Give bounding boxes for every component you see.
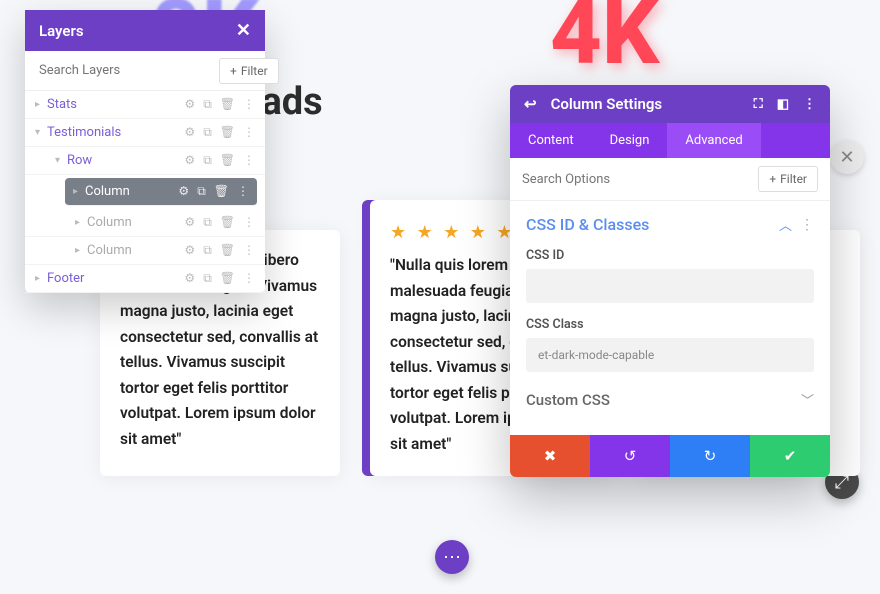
layer-item-stats[interactable]: ▸ Stats ⚙ ⧉ 🗑 ⋮ [25, 91, 265, 119]
layer-item-row[interactable]: ▾ Row ⚙ ⧉ 🗑 ⋮ [25, 147, 265, 175]
settings-title: Column Settings [551, 95, 663, 113]
layer-label: Column [87, 215, 184, 230]
copy-icon[interactable]: ⧉ [203, 153, 212, 168]
trash-icon[interactable]: 🗑 [220, 243, 235, 258]
layer-item-column[interactable]: ▸ Column ⚙ ⧉ 🗑 ⋮ [25, 209, 265, 237]
caret-icon: ▾ [55, 155, 67, 166]
close-icon[interactable]: ✕ [236, 20, 251, 41]
settings-header: ↩ Column Settings ⛶ ◧ ⋮ [510, 85, 830, 123]
label-css-id: CSS ID [526, 248, 814, 263]
dots-icon[interactable]: ⋮ [237, 184, 249, 199]
sidebar-icon[interactable]: ◧ [777, 97, 789, 112]
layer-label: Row [67, 153, 184, 168]
input-css-id[interactable] [526, 269, 814, 303]
redo-button[interactable]: ↻ [670, 435, 750, 477]
dots-icon[interactable]: ⋮ [243, 271, 255, 286]
copy-icon[interactable]: ⧉ [203, 125, 212, 140]
label-css-class: CSS Class [526, 317, 814, 332]
layers-header: Layers ✕ [25, 10, 265, 51]
tab-design[interactable]: Design [592, 123, 668, 158]
section-custom-css[interactable]: Custom CSS ﹀ [526, 390, 814, 409]
gear-icon[interactable]: ⚙ [178, 184, 189, 199]
back-arrow-icon[interactable]: ↩ [524, 95, 537, 113]
layers-search-input[interactable] [31, 57, 213, 84]
tab-content[interactable]: Content [510, 123, 592, 158]
trash-icon[interactable]: 🗑 [220, 125, 235, 140]
filter-button[interactable]: + Filter [758, 166, 818, 192]
layer-label: Testimonials [47, 125, 184, 140]
save-button[interactable]: ✔ [750, 435, 830, 477]
bg-text-4k: 4K [550, 0, 659, 85]
dots-icon[interactable]: ⋮ [243, 243, 255, 258]
copy-icon[interactable]: ⧉ [203, 271, 212, 286]
dots-icon[interactable]: ⋮ [243, 97, 255, 112]
caret-icon: ▸ [73, 186, 85, 197]
expand-icon[interactable]: ⛶ [754, 97, 763, 112]
plus-icon: + [769, 172, 776, 186]
section-css-id-classes[interactable]: CSS ID & Classes ︿ ⋮ [526, 215, 814, 234]
filter-label: Filter [780, 172, 807, 186]
plus-icon: + [230, 64, 237, 78]
layer-label: Column [85, 184, 178, 199]
tab-advanced[interactable]: Advanced [667, 123, 760, 158]
dots-icon[interactable]: ⋮ [800, 217, 814, 233]
layers-title: Layers [39, 22, 84, 40]
trash-icon[interactable]: 🗑 [214, 184, 229, 199]
gear-icon[interactable]: ⚙ [184, 153, 195, 168]
layer-item-column-active[interactable]: ▸ Column ⚙ ⧉ 🗑 ⋮ [65, 178, 257, 206]
section-label: CSS ID & Classes [526, 215, 649, 234]
fab-more-icon[interactable]: ⋯ [435, 540, 469, 574]
gear-icon[interactable]: ⚙ [184, 271, 195, 286]
trash-icon[interactable]: 🗑 [220, 153, 235, 168]
undo-button[interactable]: ↺ [590, 435, 670, 477]
gear-icon[interactable]: ⚙ [184, 215, 195, 230]
trash-icon[interactable]: 🗑 [220, 215, 235, 230]
settings-body: CSS ID & Classes ︿ ⋮ CSS ID CSS Class Cu… [510, 201, 830, 423]
cancel-button[interactable]: ✖ [510, 435, 590, 477]
chevron-up-icon: ︿ [779, 215, 792, 234]
settings-search-input[interactable] [522, 172, 752, 187]
caret-icon: ▾ [35, 127, 47, 138]
layer-item-testimonials[interactable]: ▾ Testimonials ⚙ ⧉ 🗑 ⋮ [25, 119, 265, 147]
copy-icon[interactable]: ⧉ [203, 215, 212, 230]
dots-icon[interactable]: ⋮ [243, 125, 255, 140]
filter-button[interactable]: + Filter [219, 58, 279, 84]
caret-icon: ▸ [75, 245, 87, 256]
caret-icon: ▸ [75, 217, 87, 228]
layer-item-column[interactable]: ▸ Column ⚙ ⧉ 🗑 ⋮ [25, 237, 265, 265]
layer-label: Column [87, 243, 184, 258]
filter-label: Filter [241, 64, 268, 78]
fab-close-icon[interactable]: ✕ [830, 140, 864, 174]
copy-icon[interactable]: ⧉ [203, 243, 212, 258]
copy-icon[interactable]: ⧉ [197, 184, 206, 199]
menu-dots-icon[interactable]: ⋮ [803, 97, 816, 112]
settings-tabs: Content Design Advanced [510, 123, 830, 158]
trash-icon[interactable]: 🗑 [220, 97, 235, 112]
input-css-class[interactable] [526, 338, 814, 372]
gear-icon[interactable]: ⚙ [184, 243, 195, 258]
copy-icon[interactable]: ⧉ [203, 97, 212, 112]
dots-icon[interactable]: ⋮ [243, 153, 255, 168]
chevron-down-icon: ﹀ [801, 390, 814, 409]
gear-icon[interactable]: ⚙ [184, 125, 195, 140]
layers-panel: Layers ✕ + Filter ▸ Stats ⚙ ⧉ 🗑 ⋮ ▾ Testimon… [25, 10, 265, 293]
gear-icon[interactable]: ⚙ [184, 97, 195, 112]
caret-icon: ▸ [35, 273, 47, 284]
settings-search-row: + Filter [510, 158, 830, 201]
settings-footer: ✖ ↺ ↻ ✔ [510, 435, 830, 477]
layer-label: Stats [47, 97, 184, 112]
layers-search-row: + Filter [25, 51, 265, 91]
column-settings-modal: ↩ Column Settings ⛶ ◧ ⋮ Content Design A… [510, 85, 830, 477]
section-label: Custom CSS [526, 391, 610, 409]
caret-icon: ▸ [35, 99, 47, 110]
layer-item-footer[interactable]: ▸ Footer ⚙ ⧉ 🗑 ⋮ [25, 265, 265, 293]
trash-icon[interactable]: 🗑 [220, 271, 235, 286]
layer-label: Footer [47, 271, 184, 286]
dots-icon[interactable]: ⋮ [243, 215, 255, 230]
